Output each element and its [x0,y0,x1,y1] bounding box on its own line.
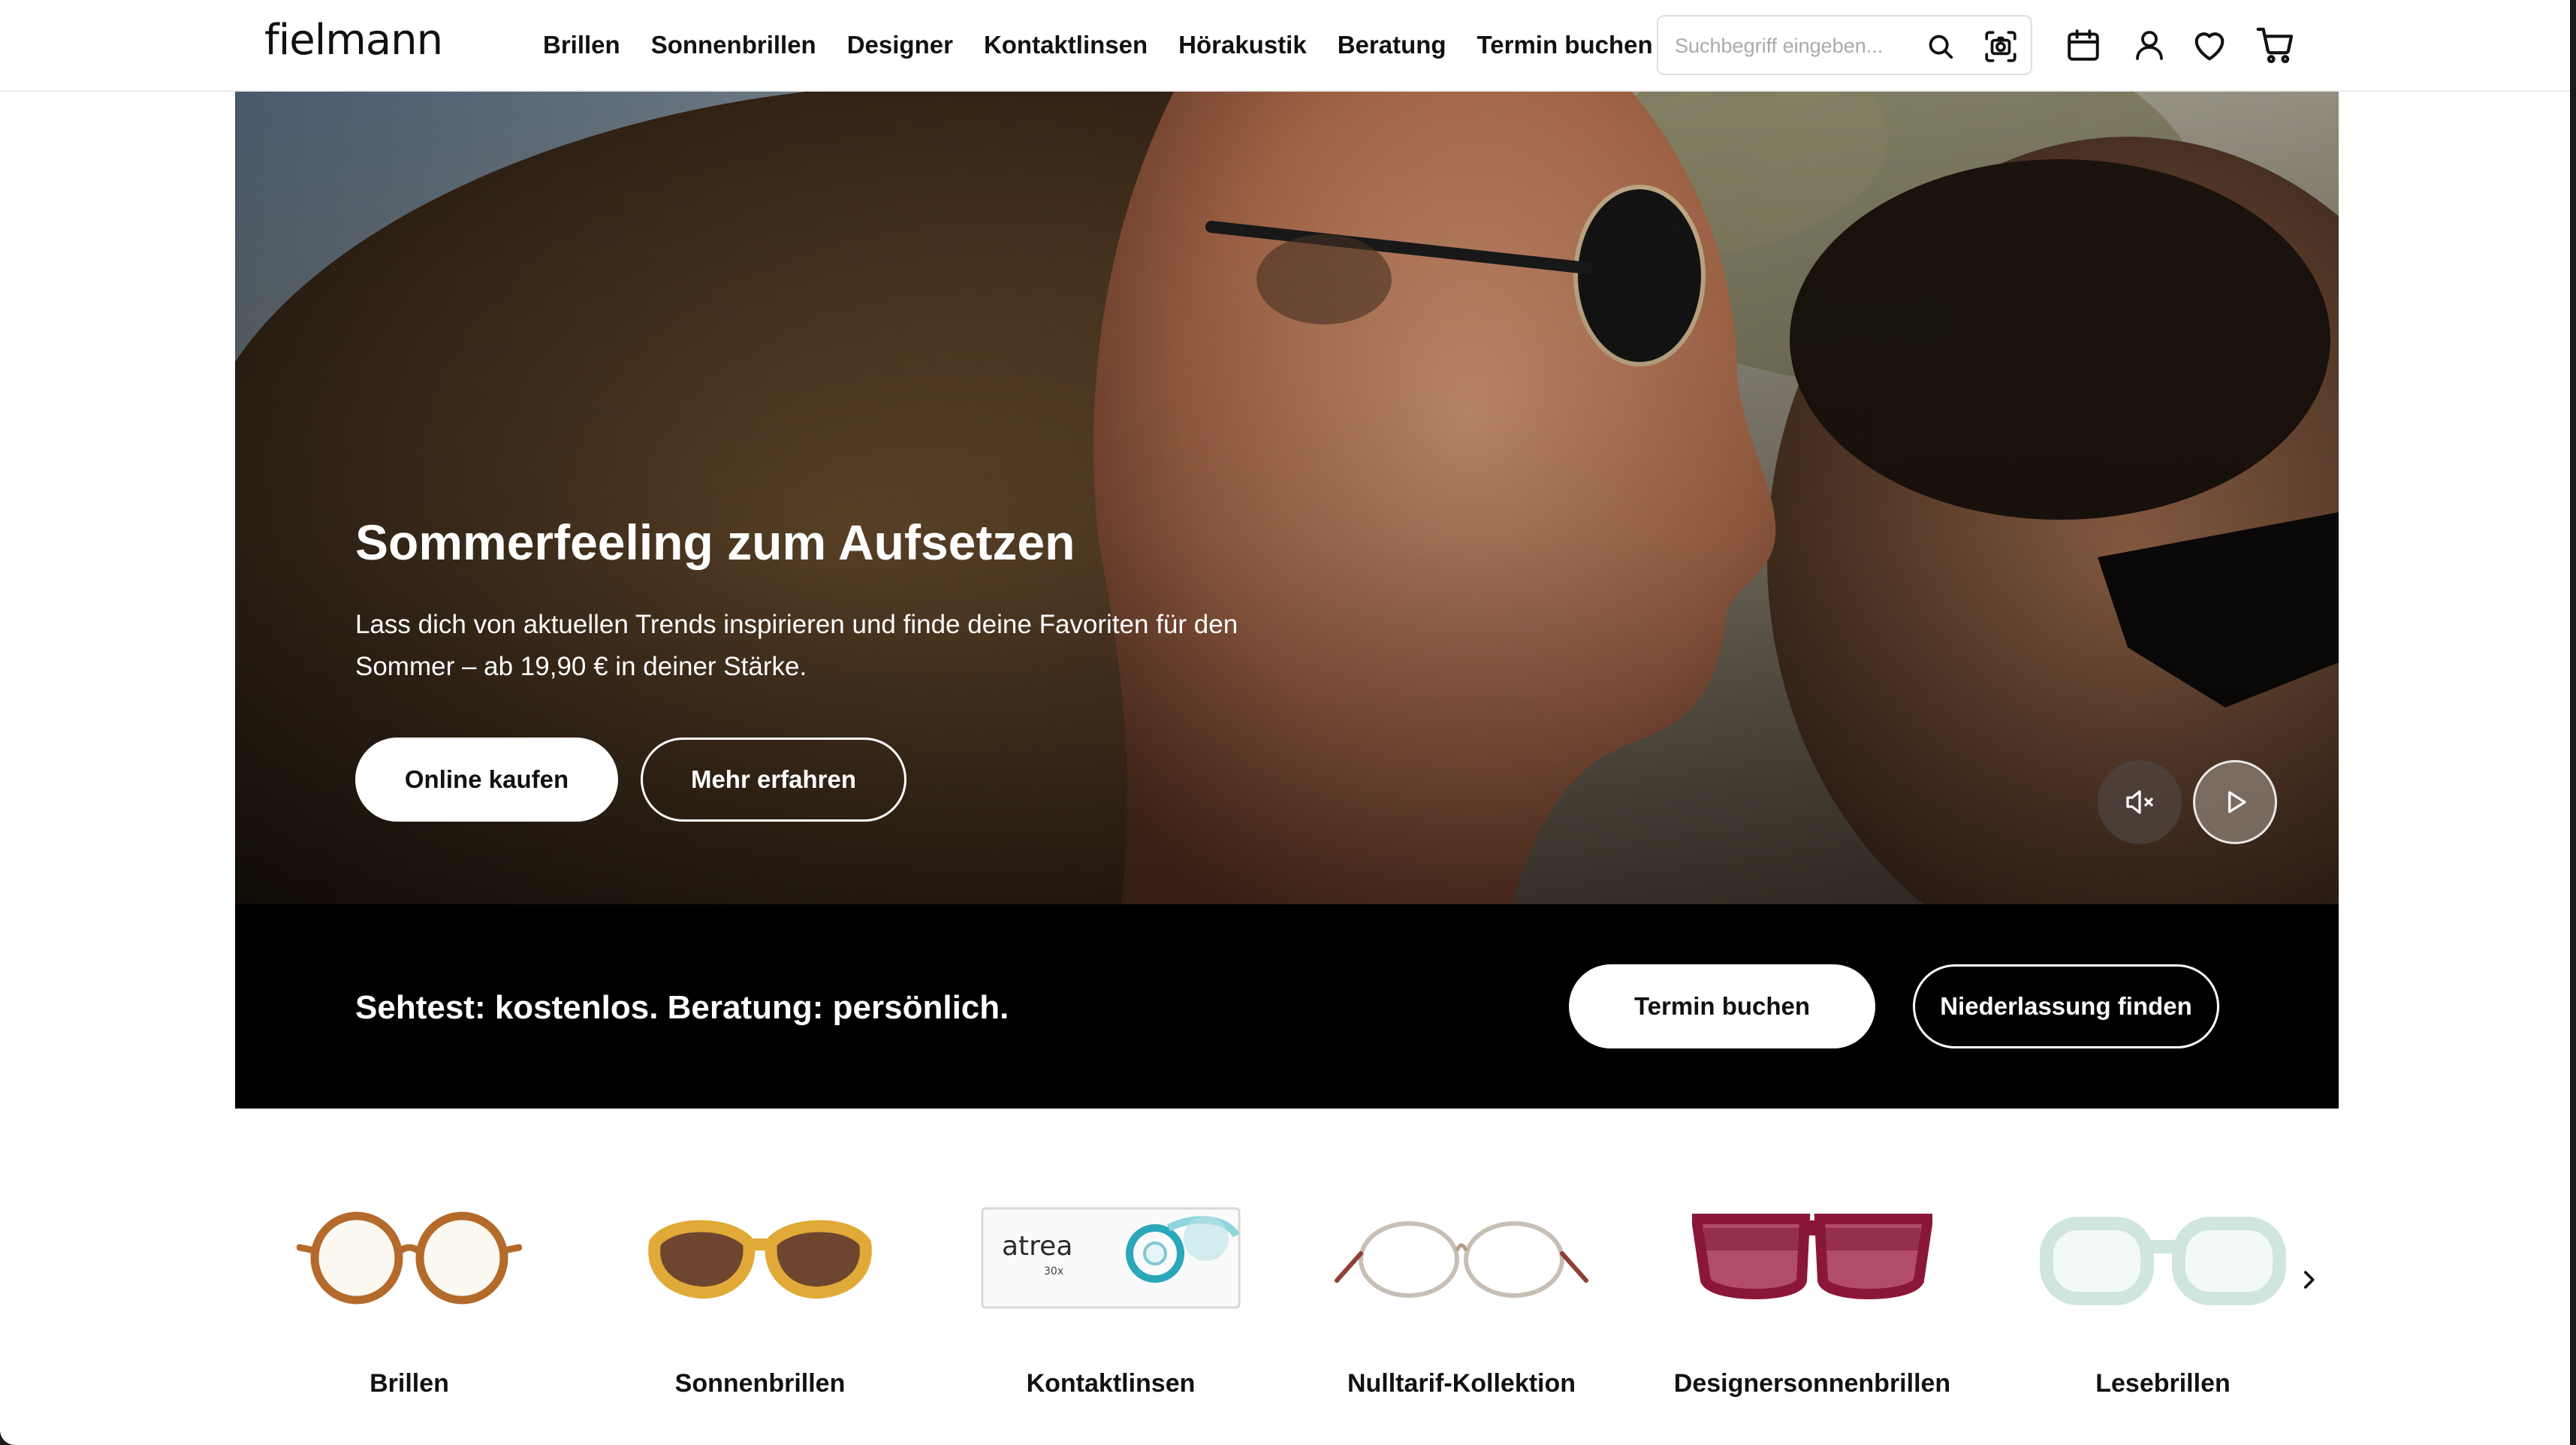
category-label: Sonnenbrillen [674,1369,846,1398]
mute-button[interactable] [2098,760,2182,844]
play-button[interactable] [2193,760,2277,844]
site-header: fielmann Brillen Sonnenbrillen Designer … [0,0,2576,92]
nav-item-termin-buchen[interactable]: Termin buchen [1477,27,1653,63]
online-kaufen-button[interactable]: Online kaufen [355,738,618,822]
account-icon[interactable] [2128,24,2170,66]
category-lesebrillen[interactable]: Lesebrillen [2013,1187,2313,1412]
round-glasses-image [259,1187,560,1329]
banner-text: Sehtest: kostenlos. Beratung: persönlich… [355,989,1009,1026]
nav-item-sonnenbrillen[interactable]: Sonnenbrillen [651,27,816,63]
search-input[interactable] [1675,30,1900,62]
mehr-erfahren-button[interactable]: Mehr erfahren [641,738,906,822]
category-kontaktlinsen[interactable]: atrea 30x Kontaktlinsen [961,1187,1261,1412]
camera-search-icon[interactable] [1980,26,2022,68]
main-nav: Brillen Sonnenbrillen Designer Kontaktli… [543,27,1653,63]
chevron-right-icon [2303,1271,2315,1289]
window-corner [0,1430,15,1445]
category-label: Lesebrillen [2095,1369,2231,1398]
designer-sunglasses-image [1662,1187,1962,1329]
metal-frame-glasses-image [1311,1187,1612,1329]
hero-video: Sommerfeeling zum Aufsetzen Lass dich vo… [235,92,2339,904]
hero-title: Sommerfeeling zum Aufsetzen [355,514,1075,570]
reading-glasses-image [2013,1187,2313,1329]
carousel-next-button[interactable] [2291,1259,2327,1301]
termin-buchen-button[interactable]: Termin buchen [1569,964,1875,1048]
cart-icon[interactable] [2253,23,2298,68]
search-icon[interactable] [1923,29,1959,65]
contact-lens-box-image: atrea 30x [961,1187,1261,1329]
atrea-brand-text: atrea [1002,1231,1072,1262]
fielmann-logo[interactable]: fielmann [264,18,443,63]
nav-item-beratung[interactable]: Beratung [1338,27,1446,63]
nav-item-brillen[interactable]: Brillen [543,27,620,63]
hero-description: Lass dich von aktuellen Trends inspirier… [355,610,1238,681]
play-icon [2228,791,2246,813]
nav-item-hoerakustik[interactable]: Hörakustik [1178,27,1307,63]
category-brillen[interactable]: Brillen [259,1187,560,1412]
nav-item-designer[interactable]: Designer [847,27,953,63]
search-box [1657,15,2032,75]
mute-icon [2126,790,2153,814]
window-edge [2570,0,2576,1445]
box-count-text: 30x [1044,1266,1063,1278]
service-banner: Sehtest: kostenlos. Beratung: persönlich… [235,904,2339,1109]
category-nulltarif-kollektion[interactable]: Nulltarif-Kollektion [1311,1187,1612,1412]
wishlist-heart-icon[interactable] [2188,24,2231,66]
category-sonnenbrillen[interactable]: Sonnenbrillen [610,1187,910,1412]
category-label: Nulltarif-Kollektion [1347,1369,1576,1398]
nav-item-kontaktlinsen[interactable]: Kontaktlinsen [984,27,1148,63]
category-label: Designersonnenbrillen [1673,1369,1951,1398]
cat-eye-sunglasses-image [610,1187,910,1329]
category-label: Brillen [370,1369,449,1398]
niederlassung-finden-button[interactable]: Niederlassung finden [1913,964,2219,1048]
calendar-icon[interactable] [2062,24,2104,66]
category-designersonnenbrillen[interactable]: Designersonnenbrillen [1662,1187,1962,1412]
category-label: Kontaktlinsen [1026,1369,1196,1398]
